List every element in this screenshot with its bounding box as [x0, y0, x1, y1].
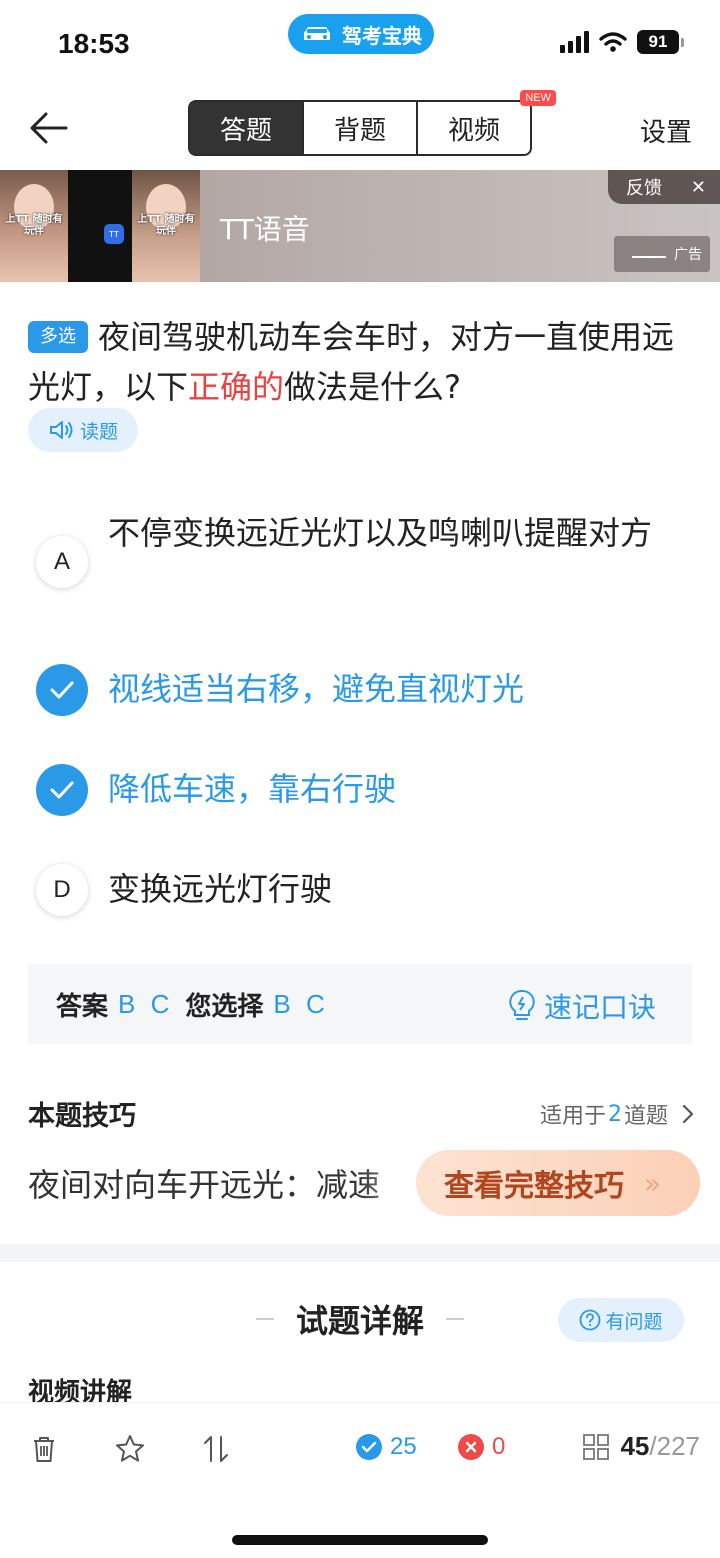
top-nav: 答题 背题 视频 NEW 设置	[0, 90, 720, 170]
ad-thumbnail: TT	[68, 170, 132, 282]
check-circle-icon	[356, 1434, 382, 1460]
grid-icon	[583, 1433, 610, 1460]
ad-network-logo-icon	[632, 250, 666, 258]
wifi-icon	[599, 32, 627, 52]
tab-memorize-label: 背题	[333, 115, 386, 146]
read-question-button[interactable]: 读题	[28, 408, 138, 452]
report-issue-label: 有问题	[605, 1310, 663, 1333]
ad-label: 广告	[614, 236, 710, 272]
battery-level: 91	[637, 30, 679, 54]
speaker-icon	[49, 421, 73, 439]
checkmark-icon	[36, 764, 88, 816]
bottom-toolbar: 25 0 45/227	[0, 1402, 720, 1558]
mnemonic-label: 速记口诀	[543, 991, 656, 1024]
lightbulb-icon	[509, 989, 535, 1020]
tab-answer[interactable]: 答题	[190, 102, 302, 154]
mnemonic-button[interactable]: 速记口诀	[508, 986, 656, 1026]
view-full-tip-button[interactable]: 查看完整技巧 »	[416, 1150, 700, 1216]
double-chevron-right-icon: »	[644, 1166, 662, 1200]
ad-feedback-label: 反馈	[626, 178, 662, 199]
ad-title: TT语音	[220, 213, 310, 246]
option-text: 视线适当右移，避免直视灯光	[108, 670, 525, 708]
answer-bar: 答案 B C 您选择 B C 速记口诀	[28, 964, 692, 1044]
answer-value: B C	[118, 988, 174, 1019]
tab-video[interactable]: 视频 NEW	[416, 90, 556, 154]
answer-label: 答案	[56, 991, 109, 1022]
close-icon[interactable]: ✕	[691, 177, 706, 198]
correct-count[interactable]: 25	[356, 1433, 417, 1461]
x-circle-icon	[458, 1434, 484, 1460]
tip-applies-count: 2	[607, 1101, 622, 1127]
app-return-pill[interactable]: 驾考宝典	[288, 14, 434, 54]
wrong-count[interactable]: 0	[458, 1433, 505, 1461]
option-b[interactable]: 视线适当右移，避免直视灯光	[36, 664, 686, 716]
status-time: 18:53	[58, 28, 130, 59]
tab-answer-label: 答题	[219, 115, 272, 146]
wrong-count-value: 0	[492, 1433, 506, 1460]
battery-icon: 91	[637, 30, 684, 54]
back-arrow-icon[interactable]	[26, 108, 70, 148]
detail-heading-text: 试题详解	[295, 1302, 424, 1340]
trash-icon[interactable]	[28, 1433, 60, 1465]
tab-video-label: 视频	[447, 115, 500, 146]
cellular-signal-icon	[560, 31, 589, 53]
selected-value: B C	[273, 988, 329, 1019]
option-letter: A	[36, 536, 88, 588]
selected-label: 您选择	[185, 991, 264, 1022]
chevron-right-icon	[682, 1104, 694, 1124]
option-letter: D	[36, 864, 88, 916]
ad-feedback-button[interactable]: 反馈 ✕	[608, 170, 720, 204]
mode-segmented-control: 答题 背题 视频 NEW	[188, 90, 556, 156]
car-icon	[304, 27, 330, 40]
view-full-tip-label: 查看完整技巧	[444, 1169, 624, 1204]
question-text: 多选 夜间驾驶机动车会车时，对方一直使用远光灯，以下正确的做法是什么?	[28, 312, 692, 412]
option-a[interactable]: A 不停变换远近光灯以及鸣喇叭提醒对方	[36, 508, 686, 588]
progress-current: 45	[620, 1431, 650, 1461]
sort-icon[interactable]	[200, 1433, 232, 1465]
tip-applies-prefix: 适用于	[539, 1104, 606, 1129]
option-text: 变换远光灯行驶	[108, 870, 333, 908]
tip-applies-link[interactable]: 适用于 2 道题	[540, 1098, 698, 1130]
tip-title: 本题技巧	[28, 1101, 136, 1132]
tab-memorize[interactable]: 背题	[302, 102, 416, 154]
star-icon[interactable]	[114, 1433, 146, 1465]
question-progress[interactable]: 45/227	[582, 1431, 700, 1462]
home-indicator	[232, 1535, 488, 1545]
option-c[interactable]: 降低车速，靠右行驶	[36, 764, 686, 816]
report-issue-button[interactable]: 有问题	[558, 1298, 684, 1342]
ad-banner[interactable]: 上TT 随时有玩伴 TT 上TT 随时有玩伴 TT语音 反馈 ✕ 广告	[0, 170, 720, 282]
tt-logo-icon: TT	[104, 224, 124, 244]
tip-applies-suffix: 道题	[623, 1104, 668, 1129]
ad-thumbnail-caption: 上TT 随时有玩伴	[137, 214, 195, 237]
app-pill-label: 驾考宝典	[342, 23, 422, 48]
read-question-label: 读题	[79, 420, 118, 443]
settings-button[interactable]: 设置	[640, 112, 692, 149]
ad-label-text: 广告	[674, 247, 702, 263]
progress-total: /227	[649, 1431, 700, 1461]
ad-thumbnail: 上TT 随时有玩伴	[0, 170, 68, 282]
ad-thumbnail: 上TT 随时有玩伴	[132, 170, 200, 282]
checkmark-icon	[36, 664, 88, 716]
question-highlight: 正确的	[188, 368, 285, 406]
new-badge: NEW	[520, 90, 556, 106]
question-text-part: 做法是什么?	[284, 368, 462, 406]
section-divider	[0, 1244, 720, 1262]
option-d[interactable]: D 变换远光灯行驶	[36, 864, 686, 916]
status-icons: 91	[560, 30, 684, 54]
option-text: 降低车速，靠右行驶	[108, 770, 397, 808]
question-type-badge: 多选	[28, 321, 88, 353]
question-circle-icon	[580, 1309, 601, 1331]
option-text: 不停变换远近光灯以及鸣喇叭提醒对方	[108, 514, 653, 552]
ad-thumbnail-caption: 上TT 随时有玩伴	[5, 214, 63, 237]
correct-count-value: 25	[390, 1433, 417, 1460]
status-bar: 18:53 驾考宝典 91	[0, 0, 720, 90]
